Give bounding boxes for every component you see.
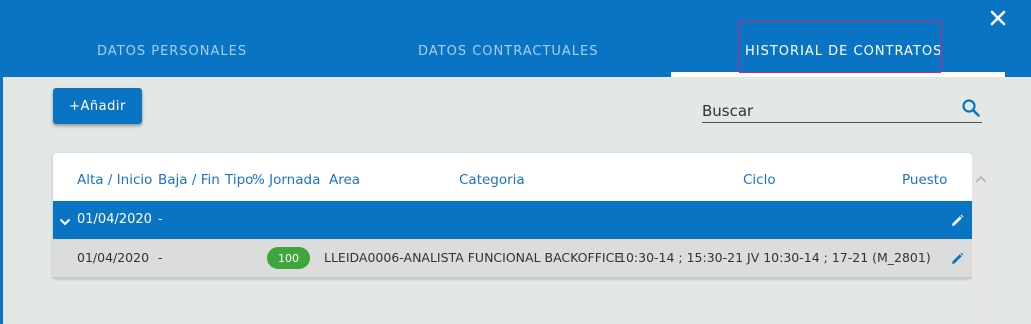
chevron-down-icon[interactable]: [59, 213, 71, 226]
jornada-badge: 100: [267, 247, 310, 269]
group-baja: -: [158, 212, 163, 227]
add-button[interactable]: +Añadir: [53, 88, 142, 124]
header-baja-fin[interactable]: Baja / Fin: [158, 172, 220, 188]
tab-highlight-box: [739, 20, 941, 73]
header-categoria[interactable]: Categoria: [459, 172, 525, 188]
edit-icon[interactable]: [950, 251, 964, 265]
row-ciclo: 10:30-14 ; 15:30-21 JV 10:30-14 ; 17-21 …: [618, 250, 931, 265]
header-jornada[interactable]: % Jornada: [252, 172, 320, 188]
tab-datos-personales[interactable]: DATOS PERSONALES: [97, 44, 247, 59]
search-input[interactable]: Buscar: [702, 102, 753, 120]
scrollbar[interactable]: [972, 153, 990, 324]
search-field[interactable]: Buscar: [702, 98, 982, 123]
row-area-categoria: LLEIDA0006-ANALISTA FUNCIONAL BACKOFFICE: [324, 250, 623, 265]
edit-icon[interactable]: [950, 213, 964, 227]
group-row[interactable]: 01/04/2020 -: [53, 201, 972, 239]
header-puesto[interactable]: Puesto: [902, 172, 947, 188]
tab-datos-contractuales[interactable]: DATOS CONTRACTUALES: [418, 44, 599, 59]
dialog-header: DATOS PERSONALES DATOS CONTRACTUALES HIS…: [0, 0, 1031, 77]
header-area[interactable]: Area: [329, 172, 360, 188]
header-alta-inicio[interactable]: Alta / Inicio: [77, 172, 152, 188]
contracts-table: Alta / Inicio Baja / Fin Tipo % Jornada …: [53, 153, 972, 278]
header-ciclo[interactable]: Ciclo: [743, 172, 776, 188]
row-alta: 01/04/2020: [77, 250, 150, 265]
scroll-up-icon[interactable]: [975, 168, 987, 183]
group-alta: 01/04/2020: [77, 212, 152, 227]
row-baja: -: [158, 250, 163, 265]
header-tipo[interactable]: Tipo: [225, 172, 253, 188]
table-row[interactable]: 01/04/2020 - 100 LLEIDA0006-ANALISTA FUN…: [53, 239, 972, 278]
close-icon[interactable]: [986, 6, 1010, 30]
search-icon[interactable]: [961, 98, 981, 118]
